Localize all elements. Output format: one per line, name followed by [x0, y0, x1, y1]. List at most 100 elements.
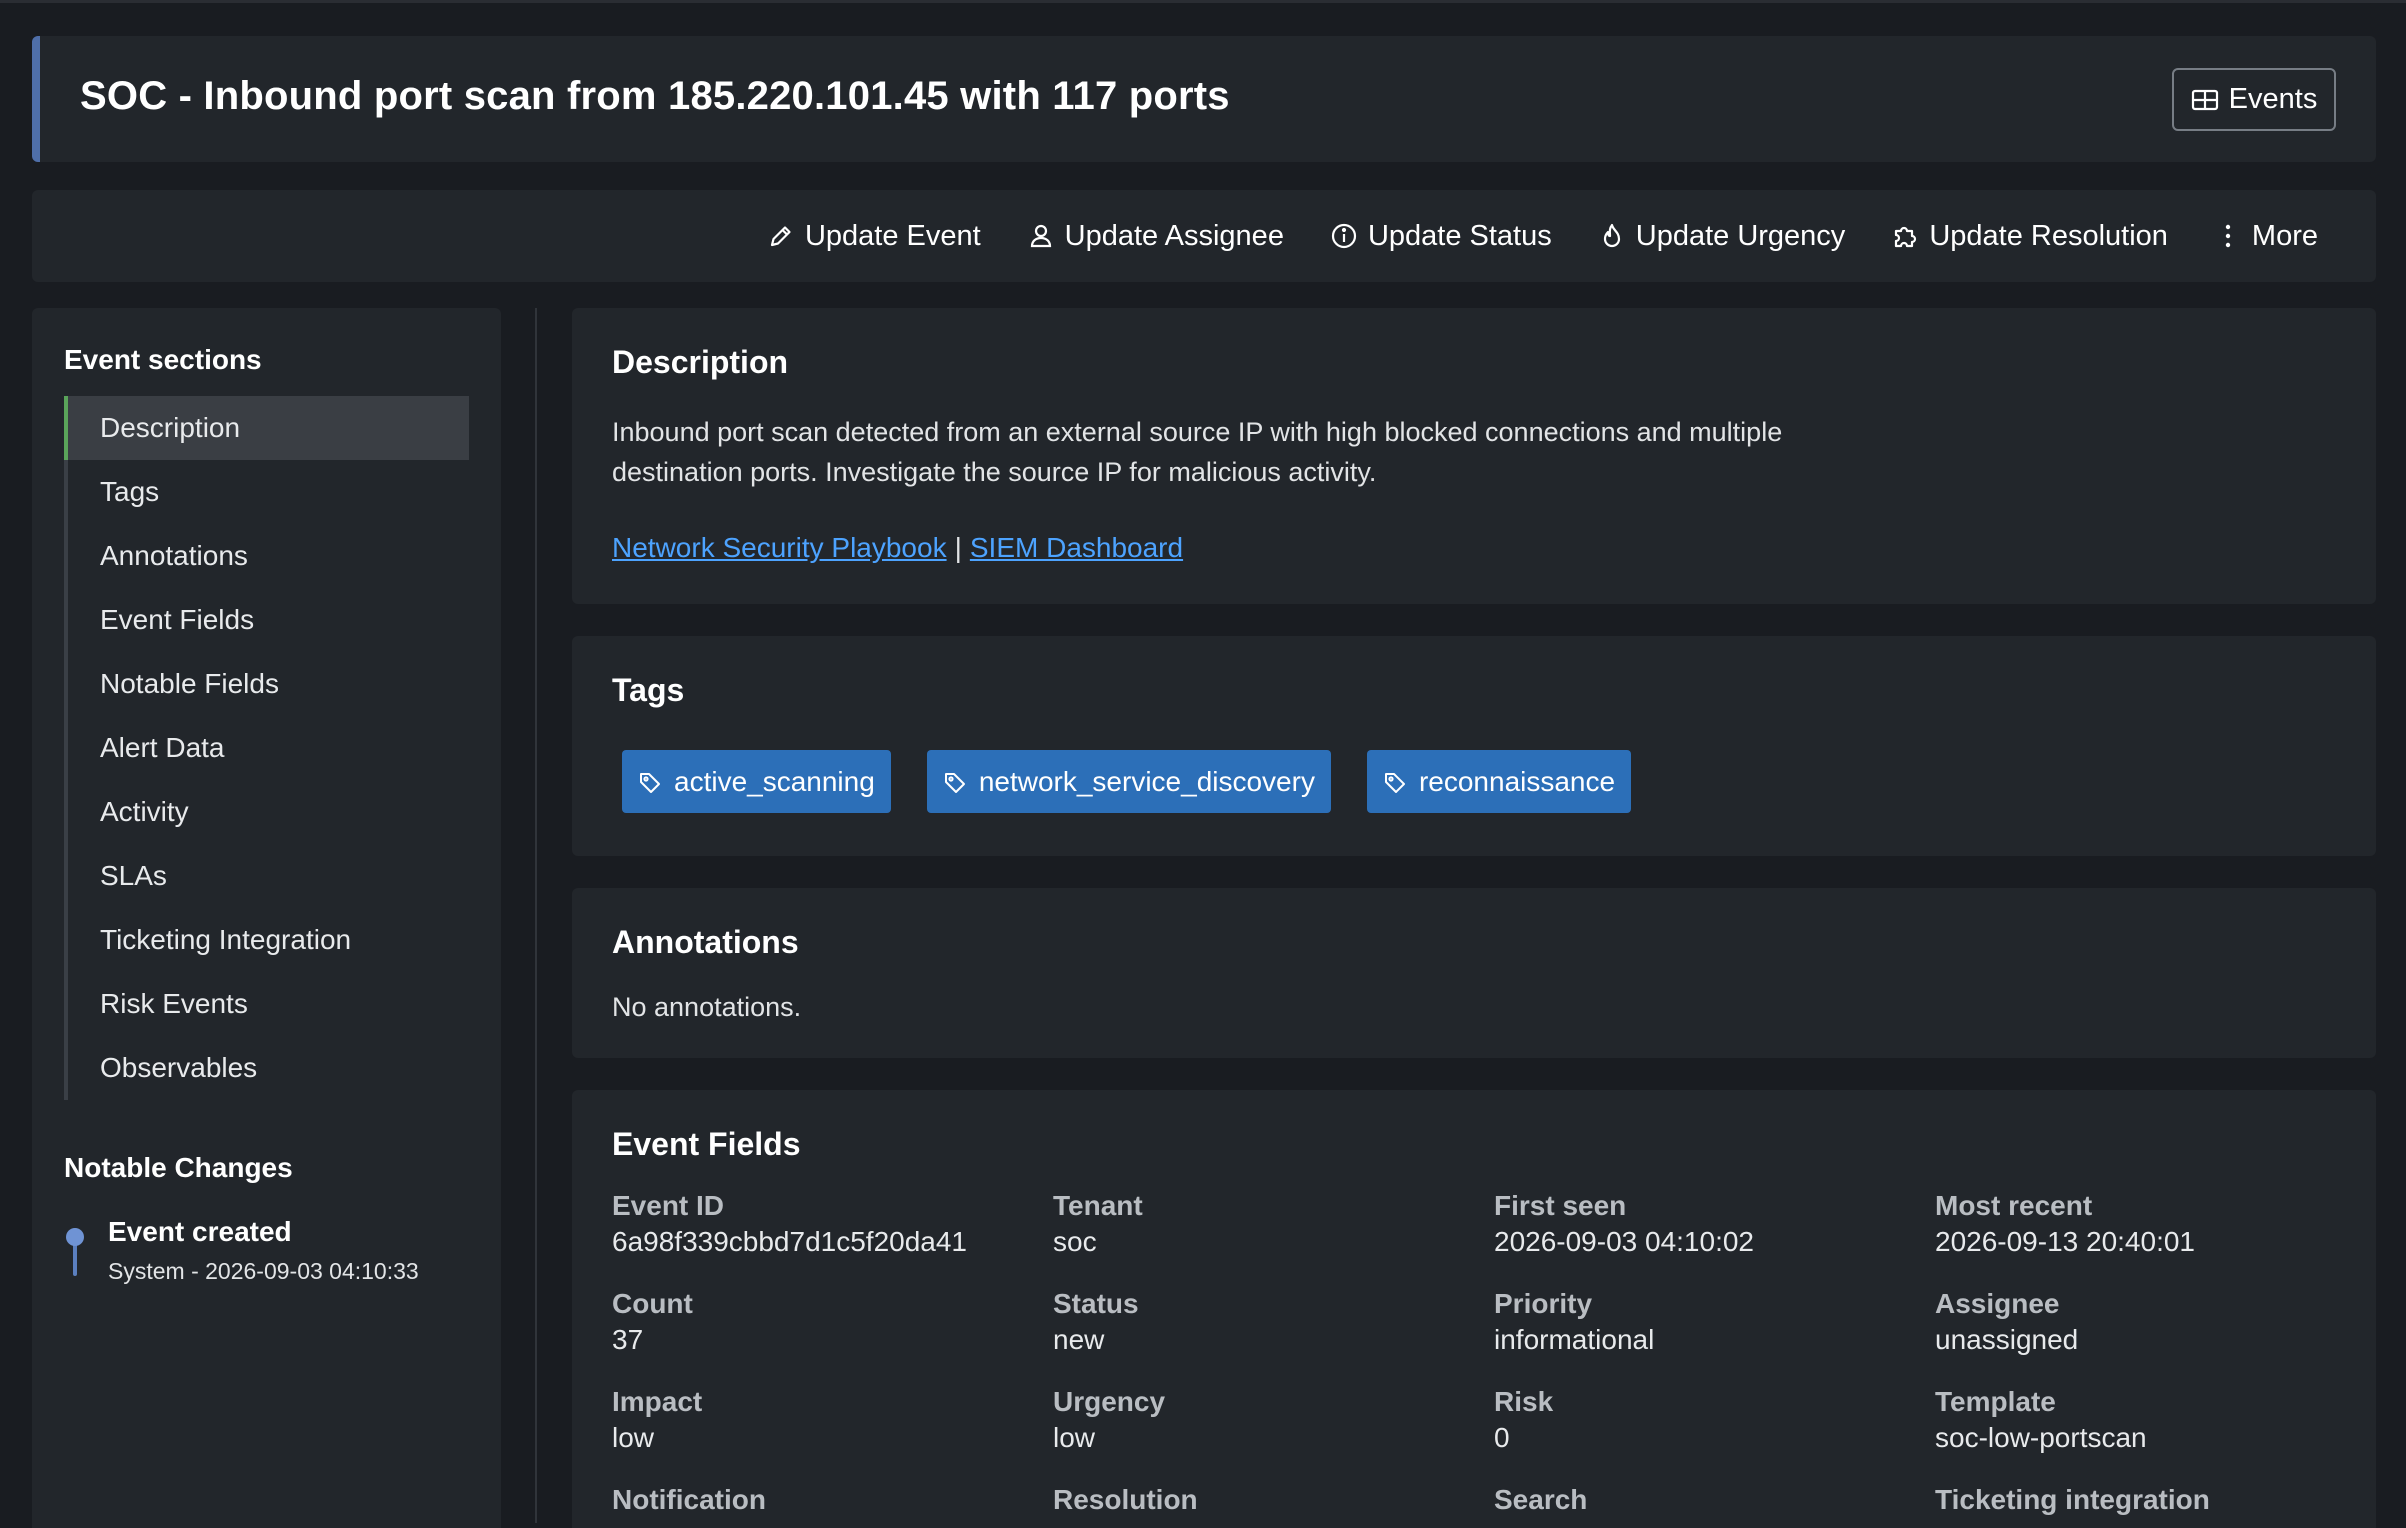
nav-item-event-fields[interactable]: Event Fields — [68, 588, 469, 652]
user-icon — [1030, 224, 1051, 248]
nav-item-notable-fields[interactable]: Notable Fields — [68, 652, 469, 716]
change-item: Event created System - 2026-09-03 04:10:… — [64, 1216, 484, 1286]
field-value: unassigned — [1935, 1324, 2079, 1355]
change-subtitle: System - 2026-09-03 04:10:33 — [108, 1258, 419, 1284]
field-assignee: Assignee unassigned — [1935, 1288, 2376, 1356]
tag-active-scanning[interactable]: active_scanning — [622, 750, 891, 813]
tag-network-service-discovery[interactable]: network_service_discovery — [926, 750, 1331, 813]
field-value: new — [1053, 1324, 1105, 1355]
events-button-label: Events — [2228, 83, 2318, 115]
field-label: Event ID — [612, 1190, 725, 1221]
more-button[interactable]: More — [2214, 220, 2318, 253]
notable-changes-heading: Notable Changes — [64, 1152, 293, 1183]
field-label: Status — [1053, 1288, 1139, 1319]
field-resolution: Resolution — [1053, 1484, 1494, 1520]
field-label: Search — [1494, 1484, 1588, 1515]
pencil-icon — [770, 226, 791, 247]
tags-card: Tags active_scanning network_service_dis… — [572, 636, 2376, 856]
field-notification: Notification — [612, 1484, 1053, 1520]
change-title: Event created — [108, 1216, 292, 1247]
tag-list: active_scanning network_service_discover… — [622, 750, 1632, 813]
events-button[interactable]: Events — [2172, 68, 2336, 131]
tag-icon — [944, 772, 965, 793]
field-impact: Impact low — [612, 1386, 1053, 1454]
nav-item-tags[interactable]: Tags — [68, 460, 469, 524]
update-resolution-button[interactable]: Update Resolution — [1891, 220, 2168, 253]
tag-reconnaissance[interactable]: reconnaissance — [1366, 750, 1632, 813]
no-annotations-text: No annotations. — [612, 992, 802, 1022]
update-event-label: Update Event — [804, 219, 981, 252]
action-bar: Update Event Update Assignee Update Stat… — [32, 190, 2376, 282]
nav-item-ticketing-integration[interactable]: Ticketing Integration — [68, 908, 469, 972]
field-label: Impact — [612, 1386, 703, 1417]
siem-dashboard-link[interactable]: SIEM Dashboard — [970, 532, 1183, 563]
field-priority: Priority informational — [1494, 1288, 1935, 1356]
update-status-label: Update Status — [1367, 219, 1552, 252]
update-status-button[interactable]: Update Status — [1330, 220, 1552, 253]
field-urgency: Urgency low — [1053, 1386, 1494, 1454]
update-assignee-button[interactable]: Update Assignee — [1027, 220, 1284, 253]
link-separator: | — [954, 532, 962, 563]
field-value: 2026-09-03 04:10:02 — [1494, 1226, 1754, 1257]
field-label: Most recent — [1935, 1190, 2093, 1221]
event-header: SOC - Inbound port scan from 185.220.101… — [32, 36, 2376, 162]
field-label: Count — [612, 1288, 693, 1319]
field-value: low — [612, 1422, 655, 1453]
tag-icon — [1384, 772, 1405, 793]
field-label: Resolution — [1053, 1484, 1198, 1515]
info-icon — [1331, 223, 1357, 249]
field-template: Template soc-low-portscan — [1935, 1386, 2376, 1454]
field-tenant: Tenant soc — [1053, 1190, 1494, 1258]
update-assignee-label: Update Assignee — [1064, 219, 1284, 252]
page-title: SOC - Inbound port scan from 185.220.101… — [80, 74, 1230, 118]
field-label: Priority — [1494, 1288, 1593, 1319]
nav-item-description[interactable]: Description — [64, 396, 469, 460]
field-label: Ticketing integration — [1935, 1484, 2210, 1515]
field-label: Risk — [1494, 1386, 1554, 1417]
field-label: Tenant — [1053, 1190, 1143, 1221]
event-sections-sidebar: Event sections Description Tags Annotati… — [32, 308, 501, 1528]
update-urgency-label: Update Urgency — [1635, 219, 1846, 252]
table-icon — [2191, 89, 2218, 110]
puzzle-icon — [1895, 226, 1917, 248]
field-label: Assignee — [1935, 1288, 2060, 1319]
tags-heading: Tags — [612, 672, 685, 708]
pin-icon — [66, 1228, 84, 1246]
field-risk: Risk 0 — [1494, 1386, 1935, 1454]
event-fields-card: Event Fields Event ID 6a98f339cbbd7d1c5f2… — [572, 1090, 2376, 1528]
update-event-button[interactable]: Update Event — [767, 220, 981, 253]
description-text: Inbound port scan detected from an exter… — [612, 417, 1783, 487]
field-count: Count 37 — [612, 1288, 1053, 1356]
nav-item-activity[interactable]: Activity — [68, 780, 469, 844]
nav-item-annotations[interactable]: Annotations — [68, 524, 469, 588]
section-nav: Description Tags Annotations Event Field… — [64, 396, 469, 1100]
flame-icon — [1603, 223, 1620, 248]
event-fields-heading: Event Fields — [612, 1126, 801, 1162]
field-first-seen: First seen 2026-09-03 04:10:02 — [1494, 1190, 1935, 1258]
field-label: Urgency — [1053, 1386, 1166, 1417]
field-label: Notification — [612, 1484, 766, 1515]
description-heading: Description — [612, 344, 789, 380]
annotations-heading: Annotations — [612, 924, 799, 960]
field-event-id: Event ID 6a98f339cbbd7d1c5f20da41 — [612, 1190, 1053, 1258]
sidebar-divider — [535, 308, 537, 1523]
update-urgency-button[interactable]: Update Urgency — [1598, 219, 1846, 253]
tag-label: reconnaissance — [1418, 765, 1616, 797]
kebab-icon — [2225, 224, 2231, 248]
description-card: Description Inbound port scan detected f… — [572, 308, 2376, 604]
field-value: 0 — [1494, 1422, 1510, 1453]
update-resolution-label: Update Resolution — [1929, 219, 2168, 252]
nav-item-slas[interactable]: SLAs — [68, 844, 469, 908]
nav-item-risk-events[interactable]: Risk Events — [68, 972, 469, 1036]
tag-label: network_service_discovery — [978, 765, 1315, 797]
nav-item-alert-data[interactable]: Alert Data — [68, 716, 469, 780]
description-links: Network Security Playbook | SIEM Dashboard — [612, 532, 1183, 564]
field-value: low — [1053, 1422, 1096, 1453]
tag-icon — [640, 772, 660, 793]
field-value: 2026-09-13 20:40:01 — [1935, 1226, 2195, 1257]
nav-item-observables[interactable]: Observables — [68, 1036, 469, 1100]
network-security-playbook-link[interactable]: Network Security Playbook — [612, 532, 947, 563]
annotations-card: Annotations No annotations. — [572, 888, 2376, 1058]
field-search: Search — [1494, 1484, 1935, 1520]
field-most-recent: Most recent 2026-09-13 20:40:01 — [1935, 1190, 2376, 1258]
